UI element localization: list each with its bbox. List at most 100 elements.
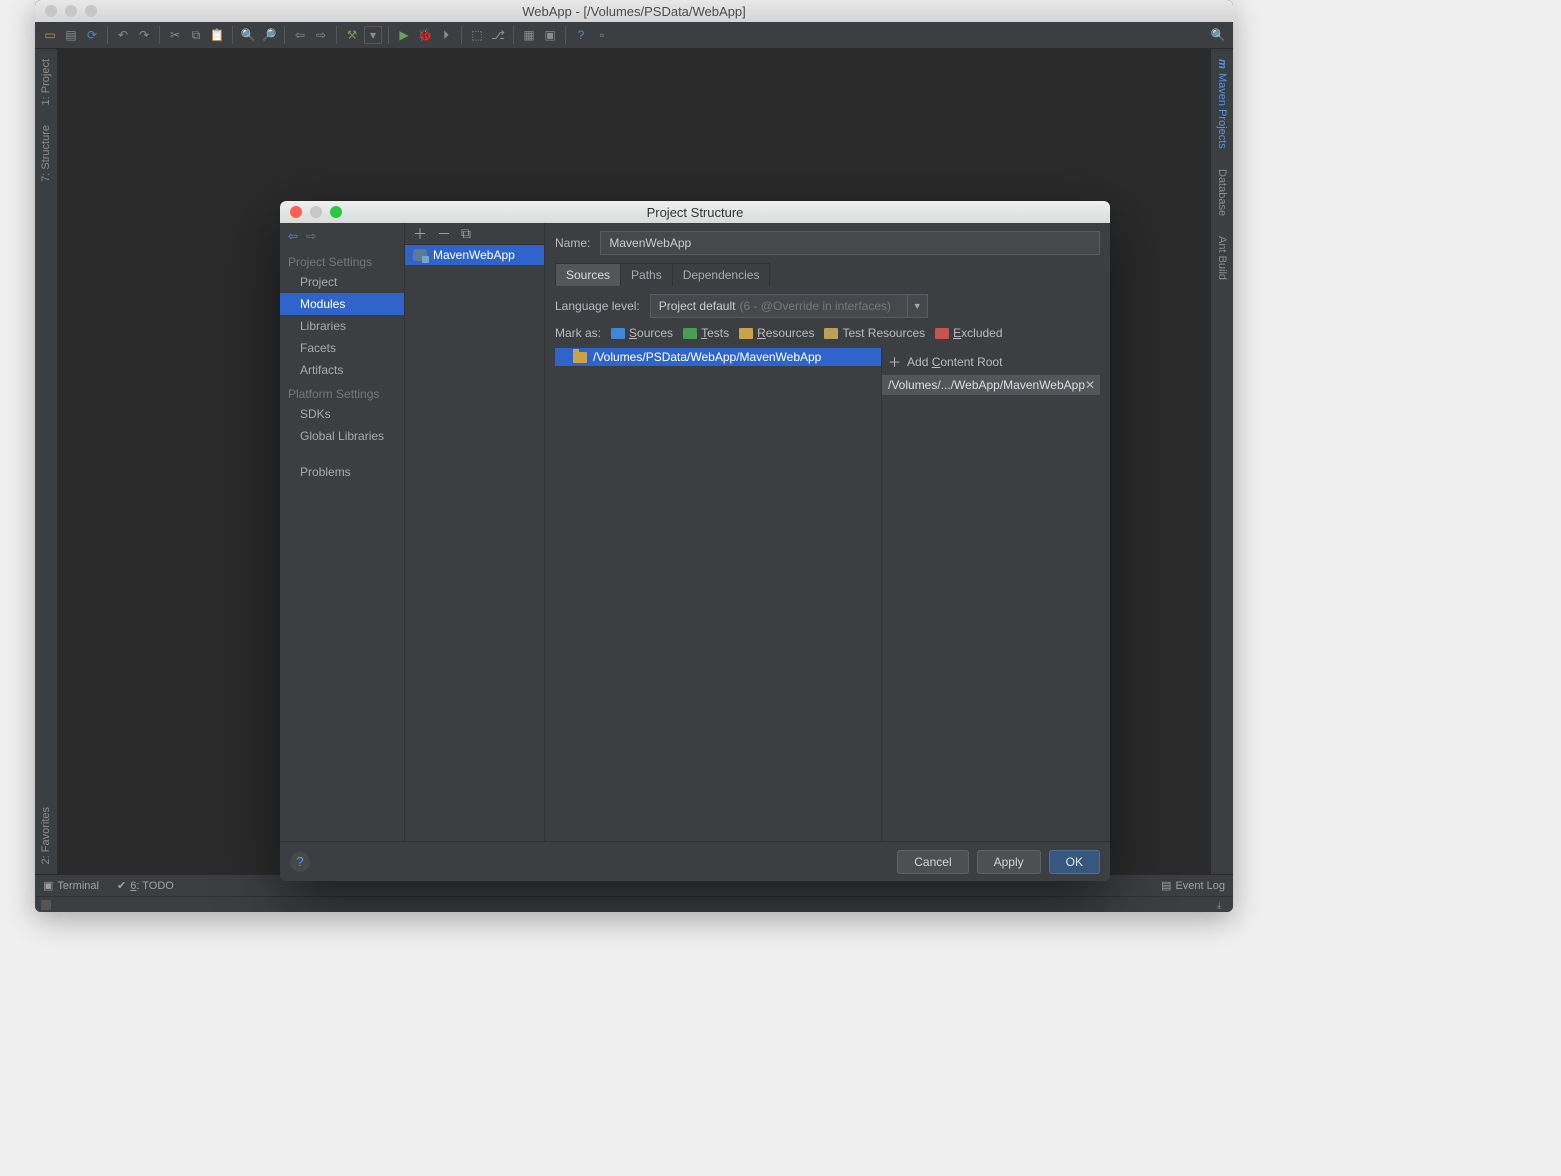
status-left-icon[interactable]: [41, 900, 51, 910]
folder-teal-icon: [824, 328, 838, 339]
coverage-icon[interactable]: ⏵: [437, 26, 455, 44]
nav-forward-icon[interactable]: ⇨: [306, 229, 320, 243]
add-module-icon[interactable]: ＋: [413, 224, 427, 244]
window-close-button[interactable]: [45, 5, 57, 17]
tool-window-ant-label: Ant Build: [1216, 236, 1228, 280]
tool-window-project[interactable]: 1: Project: [40, 49, 52, 115]
sidebar-item-facets[interactable]: Facets: [280, 337, 404, 359]
language-level-label: Language level:: [555, 299, 640, 313]
tab-sources[interactable]: Sources: [555, 263, 621, 286]
tool-window-database-label: Database: [1216, 169, 1228, 216]
status-right-icon[interactable]: ⤓: [1217, 900, 1227, 910]
window-minimize-button[interactable]: [65, 5, 77, 17]
search-everywhere-icon[interactable]: 🔍: [1209, 26, 1227, 44]
run-config-dropdown[interactable]: ▾: [364, 26, 382, 44]
sidebar-item-modules[interactable]: Modules: [280, 293, 404, 315]
folder-icon: [573, 352, 587, 363]
module-name-input[interactable]: [600, 231, 1100, 255]
paste-icon[interactable]: 📋: [208, 26, 226, 44]
find-icon[interactable]: 🔍: [239, 26, 257, 44]
dialog-body: ⇦ ⇨ Project Settings Project Modules Lib…: [280, 223, 1110, 841]
sidebar-item-artifacts[interactable]: Artifacts: [280, 359, 404, 381]
remove-module-icon[interactable]: －: [437, 224, 451, 244]
misc-icon[interactable]: ▫: [593, 26, 611, 44]
dialog-sidebar: ⇦ ⇨ Project Settings Project Modules Lib…: [280, 223, 405, 841]
nav-back-icon[interactable]: ⇦: [288, 229, 302, 243]
tool-window-terminal[interactable]: ▣ Terminal: [43, 879, 99, 892]
status-bar: ⤓: [35, 896, 1233, 912]
mark-as-label: Mark as:: [555, 326, 601, 340]
dialog-titlebar: Project Structure: [280, 201, 1110, 223]
tool-window-database[interactable]: Database: [1216, 159, 1228, 226]
module-tabs: Sources Paths Dependencies: [555, 263, 1100, 286]
mark-excluded-button[interactable]: Excluded: [935, 326, 1002, 340]
cut-icon[interactable]: ✂: [166, 26, 184, 44]
tool-window-favorites[interactable]: 2: Favorites: [40, 797, 52, 874]
mark-resources-label: esources: [766, 326, 815, 340]
content-tree[interactable]: /Volumes/PSData/WebApp/MavenWebApp: [555, 348, 881, 841]
section-platform-settings: Platform Settings: [280, 381, 404, 403]
tool-window-structure[interactable]: 7: Structure: [40, 115, 52, 192]
build-icon[interactable]: ⚒: [343, 26, 361, 44]
stop-icon[interactable]: ⬚: [468, 26, 486, 44]
run-icon[interactable]: ▶: [395, 26, 413, 44]
module-icon: [413, 249, 427, 261]
tool-window-structure-label: 7: Structure: [40, 125, 52, 182]
ok-button[interactable]: OK: [1049, 850, 1100, 874]
help-icon[interactable]: ?: [572, 26, 590, 44]
tool-window-ant[interactable]: Ant Build: [1216, 226, 1228, 290]
forward-icon[interactable]: ⇨: [312, 26, 330, 44]
sync-icon[interactable]: ⟳: [83, 26, 101, 44]
add-content-root-label: Add Content Root: [907, 355, 1002, 369]
apply-button[interactable]: Apply: [977, 850, 1041, 874]
main-toolbar: ▭ ▤ ⟳ ↶ ↷ ✂ ⧉ 📋 🔍 🔎 ⇦ ⇨ ⚒ ▾ ▶ 🐞 ⏵ ⬚ ⎇ ▦ …: [35, 22, 1233, 49]
sidebar-item-libraries[interactable]: Libraries: [280, 315, 404, 337]
copy-module-icon[interactable]: ⧉: [461, 225, 471, 242]
dialog-help-icon[interactable]: ?: [290, 852, 310, 872]
open-icon[interactable]: ▭: [41, 26, 59, 44]
tree-root-label: /Volumes/PSData/WebApp/MavenWebApp: [593, 350, 821, 364]
mark-test-resources-button[interactable]: Test Resources: [824, 326, 925, 340]
back-icon[interactable]: ⇦: [291, 26, 309, 44]
tool-window-todo[interactable]: ✔ 6: TODO: [117, 879, 174, 892]
sidebar-item-problems[interactable]: Problems: [280, 461, 404, 483]
tree-root-row[interactable]: /Volumes/PSData/WebApp/MavenWebApp: [555, 348, 881, 366]
sidebar-item-project[interactable]: Project: [280, 271, 404, 293]
undo-icon[interactable]: ↶: [114, 26, 132, 44]
tool-window-event-log[interactable]: ▤ Event Log: [1161, 879, 1225, 892]
project-structure-dialog: Project Structure ⇦ ⇨ Project Settings P…: [280, 201, 1110, 881]
sdk-icon[interactable]: ▣: [541, 26, 559, 44]
window-titlebar: WebApp - [/Volumes/PSData/WebApp]: [35, 0, 1233, 22]
debug-icon[interactable]: 🐞: [416, 26, 434, 44]
language-level-select[interactable]: Project default (6 - @Override in interf…: [650, 294, 928, 318]
add-content-root-button[interactable]: ＋ Add Content Root: [882, 348, 1100, 375]
cancel-button[interactable]: Cancel: [897, 850, 968, 874]
tab-dependencies[interactable]: Dependencies: [673, 263, 771, 286]
content-root-item[interactable]: /Volumes/.../WebApp/MavenWebApp ✕: [882, 375, 1100, 395]
folder-red-icon: [935, 328, 949, 339]
window-zoom-button[interactable]: [85, 5, 97, 17]
vcs-icon[interactable]: ⎇: [489, 26, 507, 44]
settings-icon[interactable]: ▦: [520, 26, 538, 44]
remove-content-root-icon[interactable]: ✕: [1085, 378, 1095, 392]
redo-icon[interactable]: ↷: [135, 26, 153, 44]
event-log-label: Event Log: [1175, 880, 1225, 892]
mark-excluded-label: xcluded: [961, 326, 1002, 340]
mark-test-resources-label: Test Resources: [842, 326, 925, 340]
plus-icon: ＋: [888, 352, 901, 371]
copy-icon[interactable]: ⧉: [187, 26, 205, 44]
sidebar-item-global-libraries[interactable]: Global Libraries: [280, 425, 404, 447]
tool-window-favorites-label: 2: Favorites: [40, 807, 52, 864]
tab-paths[interactable]: Paths: [621, 263, 673, 286]
mark-resources-button[interactable]: Resources: [739, 326, 814, 340]
tool-window-maven[interactable]: m Maven Projects: [1216, 49, 1228, 159]
sidebar-item-sdks[interactable]: SDKs: [280, 403, 404, 425]
save-icon[interactable]: ▤: [62, 26, 80, 44]
mark-tests-button[interactable]: Tests: [683, 326, 729, 340]
left-gutter: 1: Project 7: Structure 2: Favorites: [35, 49, 57, 874]
mark-sources-button[interactable]: Sources: [611, 326, 673, 340]
chevron-down-icon: ▼: [907, 295, 927, 317]
module-item[interactable]: MavenWebApp: [405, 245, 544, 265]
replace-icon[interactable]: 🔎: [260, 26, 278, 44]
content-roots-pane: ＋ Add Content Root /Volumes/.../WebApp/M…: [881, 348, 1100, 841]
